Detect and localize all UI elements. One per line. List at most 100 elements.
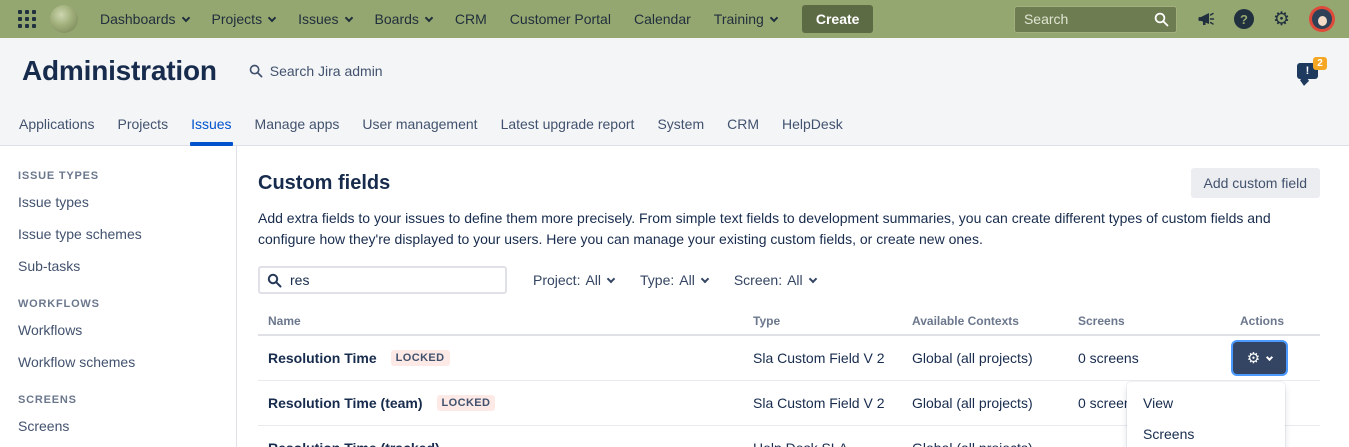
field-name: Resolution Time [268, 350, 377, 366]
sidebar-item-screens[interactable]: Screens [18, 410, 69, 442]
tab-latest-upgrade-report[interactable]: Latest upgrade report [500, 103, 636, 145]
menu-item-view[interactable]: View [1127, 388, 1285, 419]
tab-helpdesk[interactable]: HelpDesk [781, 103, 844, 145]
notification-badge: 2 [1313, 57, 1327, 70]
chevron-down-icon [181, 13, 189, 21]
page-description: Add extra fields to your issues to defin… [258, 208, 1320, 250]
field-type: Help Desk SLA [753, 440, 912, 447]
top-navigation-bar: Dashboards Projects Issues Boards CRM Cu… [0, 0, 1349, 38]
help-button[interactable]: ? [1234, 9, 1254, 29]
nav-projects-label: Projects [212, 11, 263, 27]
search-icon [249, 64, 263, 78]
filter-project[interactable]: Project: All [533, 272, 614, 288]
filter-label: Screen: [734, 272, 782, 288]
megaphone-icon [1197, 10, 1215, 28]
admin-sidebar: ISSUE TYPES Issue types Issue type schem… [0, 146, 237, 447]
create-button[interactable]: Create [802, 5, 874, 33]
app-switcher-icon[interactable] [18, 10, 36, 28]
filter-screen[interactable]: Screen: All [734, 272, 816, 288]
site-logo[interactable] [50, 5, 78, 33]
search-icon [1154, 12, 1169, 27]
tab-manage-apps[interactable]: Manage apps [254, 103, 341, 145]
sidebar-section-screens: SCREENS Screens [18, 394, 236, 442]
filter-label: Type: [640, 272, 674, 288]
field-contexts: Global (all projects) [912, 395, 1078, 411]
help-icon: ? [1234, 9, 1254, 29]
admin-tabs: Applications Projects Issues Manage apps… [0, 103, 1349, 146]
chevron-down-icon [1266, 353, 1273, 360]
global-search [1014, 6, 1177, 33]
locked-badge: LOCKED [391, 350, 450, 366]
table-header: Name Type Available Contexts Screens Act… [258, 308, 1320, 336]
nav-dashboards-label: Dashboards [100, 11, 176, 27]
column-available-contexts: Available Contexts [912, 314, 1078, 328]
admin-search-label: Search Jira admin [270, 63, 383, 79]
custom-field-search-input[interactable] [258, 266, 507, 294]
sidebar-item-workflows[interactable]: Workflows [18, 314, 82, 346]
add-custom-field-button[interactable]: Add custom field [1191, 168, 1321, 198]
column-actions: Actions [1240, 314, 1320, 328]
column-screens: Screens [1078, 314, 1240, 328]
nav-calendar-label: Calendar [634, 11, 691, 27]
sidebar-section-issue-types: ISSUE TYPES Issue types Issue type schem… [18, 170, 236, 282]
tab-projects[interactable]: Projects [117, 103, 170, 145]
sidebar-item-issue-type-schemes[interactable]: Issue type schemes [18, 218, 142, 250]
nav-customer-portal[interactable]: Customer Portal [510, 11, 611, 27]
column-name: Name [258, 314, 753, 328]
settings-button[interactable]: ⚙ [1273, 10, 1290, 29]
global-search-input[interactable] [1014, 6, 1177, 33]
notifications-button[interactable]: ! 2 [1297, 57, 1327, 85]
nav-training[interactable]: Training [714, 11, 777, 27]
chevron-down-icon [425, 13, 433, 21]
nav-training-label: Training [714, 11, 764, 27]
chevron-down-icon [268, 13, 276, 21]
filter-value: All [787, 272, 803, 288]
tab-issues[interactable]: Issues [190, 103, 232, 145]
sidebar-section-title: WORKFLOWS [18, 298, 236, 310]
table-row: Resolution Time LOCKED Sla Custom Field … [258, 336, 1320, 381]
nav-projects[interactable]: Projects [212, 11, 276, 27]
nav-issues[interactable]: Issues [298, 11, 351, 27]
search-icon [267, 273, 282, 288]
sidebar-item-sub-tasks[interactable]: Sub-tasks [18, 250, 80, 282]
nav-calendar[interactable]: Calendar [634, 11, 691, 27]
custom-field-search [258, 266, 507, 294]
chevron-down-icon [607, 275, 615, 283]
menu-item-screens[interactable]: Screens [1127, 419, 1285, 447]
nav-issues-label: Issues [298, 11, 338, 27]
field-type: Sla Custom Field V 2 [753, 395, 912, 411]
nav-crm[interactable]: CRM [455, 11, 487, 27]
tab-crm[interactable]: CRM [726, 103, 760, 145]
nav-dashboards[interactable]: Dashboards [100, 11, 189, 27]
filter-type[interactable]: Type: All [640, 272, 708, 288]
gear-icon: ⚙ [1273, 10, 1290, 29]
user-avatar[interactable] [1309, 6, 1335, 32]
column-type: Type [753, 314, 912, 328]
field-type: Sla Custom Field V 2 [753, 350, 912, 366]
field-name: Resolution Time (tracked) [268, 440, 440, 447]
sidebar-item-issue-types[interactable]: Issue types [18, 186, 89, 218]
tab-applications[interactable]: Applications [18, 103, 96, 145]
admin-search-button[interactable]: Search Jira admin [249, 63, 383, 79]
sidebar-item-workflow-schemes[interactable]: Workflow schemes [18, 346, 135, 378]
tab-user-management[interactable]: User management [361, 103, 478, 145]
field-contexts: Global (all projects) [912, 350, 1078, 366]
avatar-face [1318, 16, 1327, 26]
nav-boards[interactable]: Boards [375, 11, 432, 27]
row-actions-button[interactable]: ⚙ [1233, 342, 1286, 374]
gear-icon: ⚙ [1247, 351, 1260, 366]
tab-system[interactable]: System [656, 103, 705, 145]
admin-header: Administration Search Jira admin ! 2 [0, 38, 1349, 103]
field-contexts: Global (all projects) [912, 440, 1078, 447]
filter-bar: Project: All Type: All Screen: All [258, 266, 1320, 294]
filter-label: Project: [533, 272, 580, 288]
sidebar-section-title: ISSUE TYPES [18, 170, 236, 182]
filter-value: All [679, 272, 695, 288]
sidebar-section-title: SCREENS [18, 394, 236, 406]
filter-value: All [585, 272, 601, 288]
actions-dropdown-menu: View Screens [1127, 382, 1285, 447]
locked-badge: LOCKED [437, 395, 496, 411]
announcements-button[interactable] [1197, 10, 1215, 28]
chevron-down-icon [344, 13, 352, 21]
chevron-down-icon [701, 275, 709, 283]
